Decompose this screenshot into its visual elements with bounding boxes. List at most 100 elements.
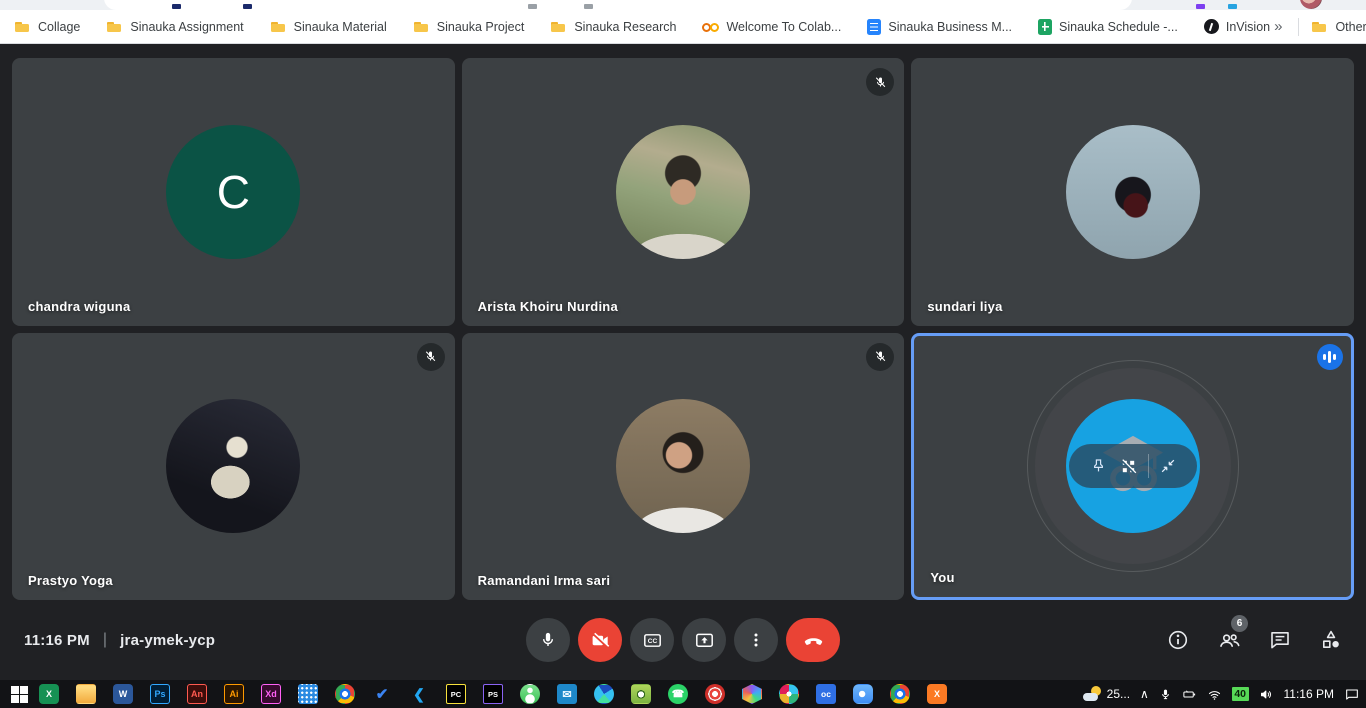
todo-check-icon[interactable]: ✔ <box>372 684 392 704</box>
chrome-icon[interactable] <box>335 684 355 704</box>
tile-chandra-wiguna[interactable]: C chandra wiguna <box>12 58 455 326</box>
microphone-tray-icon[interactable] <box>1159 688 1172 701</box>
svg-text:CC: CC <box>647 638 657 645</box>
url-text-fragment <box>528 4 537 9</box>
chat-button[interactable] <box>1267 627 1293 653</box>
tile-sundari-liya[interactable]: sundari liya <box>911 58 1354 326</box>
battery-percent-badge[interactable]: 40 <box>1232 687 1249 701</box>
whatsapp-icon[interactable]: ☎ <box>668 684 688 704</box>
pinwheel-icon[interactable] <box>779 684 799 704</box>
chrome-profile-icon[interactable] <box>890 684 910 704</box>
windows-taskbar: X W Ps An Ai Xd ✔ ❮ PC <box>0 680 1366 708</box>
bookmark-item[interactable]: Sinauka Business M... <box>867 19 1012 35</box>
other-bookmarks-label: Other bookmarks <box>1335 20 1366 34</box>
taskbar-apps: X W Ps An Ai Xd ✔ ❮ PC <box>39 684 964 704</box>
tray-clock[interactable]: 11:16 PM <box>1284 687 1334 701</box>
more-options-button[interactable] <box>734 618 778 662</box>
photo-avatar <box>1066 125 1200 259</box>
present-screen-button[interactable] <box>682 618 726 662</box>
bookmark-label: Sinauka Project <box>437 20 525 34</box>
phpstorm-icon[interactable]: PS <box>483 684 503 704</box>
file-explorer-icon[interactable] <box>76 684 96 704</box>
bookmark-favicon <box>1038 19 1052 35</box>
ocam-icon[interactable]: oc <box>816 684 836 704</box>
extension-icon[interactable] <box>1196 4 1205 9</box>
camera-off-button[interactable] <box>578 618 622 662</box>
tile-you[interactable]: You <box>911 333 1354 601</box>
divider: | <box>103 631 107 649</box>
meet-stage: C chandra wiguna Arista Khoiru Nurdina s… <box>0 44 1366 680</box>
action-center-icon[interactable] <box>1344 686 1360 702</box>
favicon-fragment <box>243 4 252 9</box>
mic-muted-icon <box>417 343 445 371</box>
calendar-icon[interactable] <box>298 684 318 704</box>
edge-icon[interactable] <box>594 684 614 704</box>
word-icon[interactable]: W <box>113 684 133 704</box>
tile-prastyo-yoga[interactable]: Prastyo Yoga <box>12 333 455 601</box>
meeting-meta: 11:16 PM | jra-ymek-ycp <box>24 631 215 649</box>
xampp-icon[interactable]: X <box>927 684 947 704</box>
tile-ramandani-irma-sari[interactable]: Ramandani Irma sari <box>462 333 905 601</box>
emulator-icon[interactable] <box>520 684 540 704</box>
camtasia-icon[interactable] <box>705 684 725 704</box>
url-text-fragment <box>584 4 593 9</box>
bookmark-label: Sinauka Material <box>294 20 387 34</box>
bookmark-item[interactable]: InVision <box>1204 19 1270 34</box>
animate-icon[interactable]: An <box>187 684 207 704</box>
start-button[interactable] <box>11 686 28 703</box>
captions-button[interactable]: CC <box>630 618 674 662</box>
photoshop-icon[interactable]: Ps <box>150 684 170 704</box>
extension-icon[interactable] <box>1228 4 1237 9</box>
participant-name: Arista Khoiru Nurdina <box>478 299 618 314</box>
activities-button[interactable] <box>1318 627 1344 653</box>
meet-control-bar: 11:16 PM | jra-ymek-ycp <box>0 600 1366 680</box>
wifi-icon[interactable] <box>1207 687 1222 702</box>
meeting-details-button[interactable] <box>1165 627 1191 653</box>
bookmark-item[interactable]: Collage <box>14 19 80 35</box>
mail-icon[interactable]: ✉ <box>557 684 577 704</box>
battery-icon[interactable] <box>1182 687 1197 702</box>
prism-icon[interactable] <box>742 684 762 704</box>
divider <box>1148 454 1149 478</box>
tray-overflow-chevron[interactable]: ∧ <box>1140 687 1149 701</box>
speaking-indicator-icon <box>1317 344 1343 370</box>
call-controls: CC <box>526 618 840 662</box>
camera-app-icon[interactable] <box>631 684 651 704</box>
hide-tile-icon[interactable] <box>1118 456 1139 477</box>
bookmark-favicon <box>1204 19 1219 34</box>
volume-icon[interactable] <box>1259 687 1274 702</box>
excel-icon[interactable]: X <box>39 684 59 704</box>
bookmark-label: Sinauka Research <box>574 20 676 34</box>
meet-camera-icon[interactable] <box>853 684 873 704</box>
microphone-button[interactable] <box>526 618 570 662</box>
bookmark-label: Sinauka Assignment <box>130 20 243 34</box>
bookmark-item[interactable]: Sinauka Schedule -... <box>1038 19 1178 35</box>
bookmark-item[interactable]: Sinauka Assignment <box>106 19 243 35</box>
address-bar[interactable] <box>104 0 1132 10</box>
end-call-button[interactable] <box>786 618 840 662</box>
bookmark-item[interactable]: Sinauka Project <box>413 19 525 35</box>
bookmarks-bar-right: » Other bookmarks <box>1270 18 1366 36</box>
participant-name: Ramandani Irma sari <box>478 573 611 588</box>
bookmark-item[interactable]: Sinauka Research <box>550 19 676 35</box>
adobe-xd-icon[interactable]: Xd <box>261 684 281 704</box>
other-bookmarks-button[interactable]: Other bookmarks <box>1311 19 1366 35</box>
browser-profile-avatar[interactable] <box>1300 0 1322 9</box>
bookmark-item[interactable]: Welcome To Colab... <box>702 19 841 35</box>
participants-button[interactable]: 6 <box>1216 627 1242 653</box>
participant-count-badge: 6 <box>1231 615 1248 632</box>
minimize-icon[interactable] <box>1158 456 1178 476</box>
favicon-fragment <box>172 4 181 9</box>
bookmark-item[interactable]: Sinauka Material <box>270 19 387 35</box>
tile-arista-khoiru-nurdina[interactable]: Arista Khoiru Nurdina <box>462 58 905 326</box>
pycharm-icon[interactable]: PC <box>446 684 466 704</box>
bookmark-favicon <box>702 19 719 35</box>
bookmark-label: Sinauka Schedule -... <box>1059 20 1178 34</box>
vscode-icon[interactable]: ❮ <box>409 684 429 704</box>
pin-icon[interactable] <box>1088 456 1109 477</box>
bookmarks-overflow-chevron[interactable]: » <box>1270 18 1286 35</box>
illustrator-icon[interactable]: Ai <box>224 684 244 704</box>
initial-avatar: C <box>166 125 300 259</box>
bookmark-label: Collage <box>38 20 80 34</box>
weather-widget[interactable]: 25... <box>1083 685 1130 703</box>
